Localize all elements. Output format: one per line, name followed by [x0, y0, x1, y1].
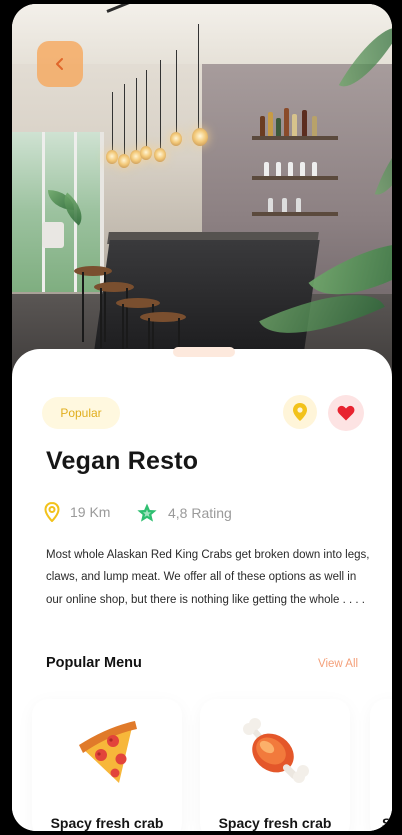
meat-icon: [243, 718, 309, 783]
menu-card[interactable]: Spacy fresh crab: [32, 699, 182, 831]
distance-text: 19 Km: [70, 504, 111, 520]
rating-info: 4,8 Rating: [136, 502, 232, 524]
popular-badge: Popular: [42, 397, 120, 429]
back-button[interactable]: [37, 41, 83, 87]
map-pin-icon: [44, 502, 60, 522]
menu-item-label: Spacy fresh crab: [218, 815, 332, 831]
star-icon: [137, 503, 157, 522]
heart-icon: [337, 405, 355, 421]
pizza-icon: [79, 721, 137, 783]
chevron-left-icon: [56, 58, 63, 70]
favorite-button[interactable]: [328, 395, 364, 431]
location-button[interactable]: [283, 395, 317, 429]
menu-item-label: Spacy fresh crab: [50, 815, 164, 831]
detail-sheet: Popular Vegan Resto 19 Km 4,8 Rating Mos…: [12, 347, 392, 831]
location-pin-icon: [293, 403, 307, 421]
distance-info: 19 Km: [44, 502, 110, 522]
restaurant-description: Most whole Alaskan Red King Crabs get br…: [46, 549, 370, 606]
sheet-handle[interactable]: [173, 347, 235, 357]
menu-item-label: S: [382, 815, 392, 831]
restaurant-name: Vegan Resto: [46, 447, 199, 475]
menu-card[interactable]: S: [370, 699, 392, 831]
popular-menu-title: Popular Menu: [46, 655, 142, 671]
menu-card[interactable]: Spacy fresh crab: [200, 699, 350, 831]
rating-text: 4,8 Rating: [168, 505, 232, 521]
view-all-link[interactable]: View All: [318, 658, 358, 670]
phone-screen: Popular Vegan Resto 19 Km 4,8 Rating Mos…: [12, 4, 392, 831]
